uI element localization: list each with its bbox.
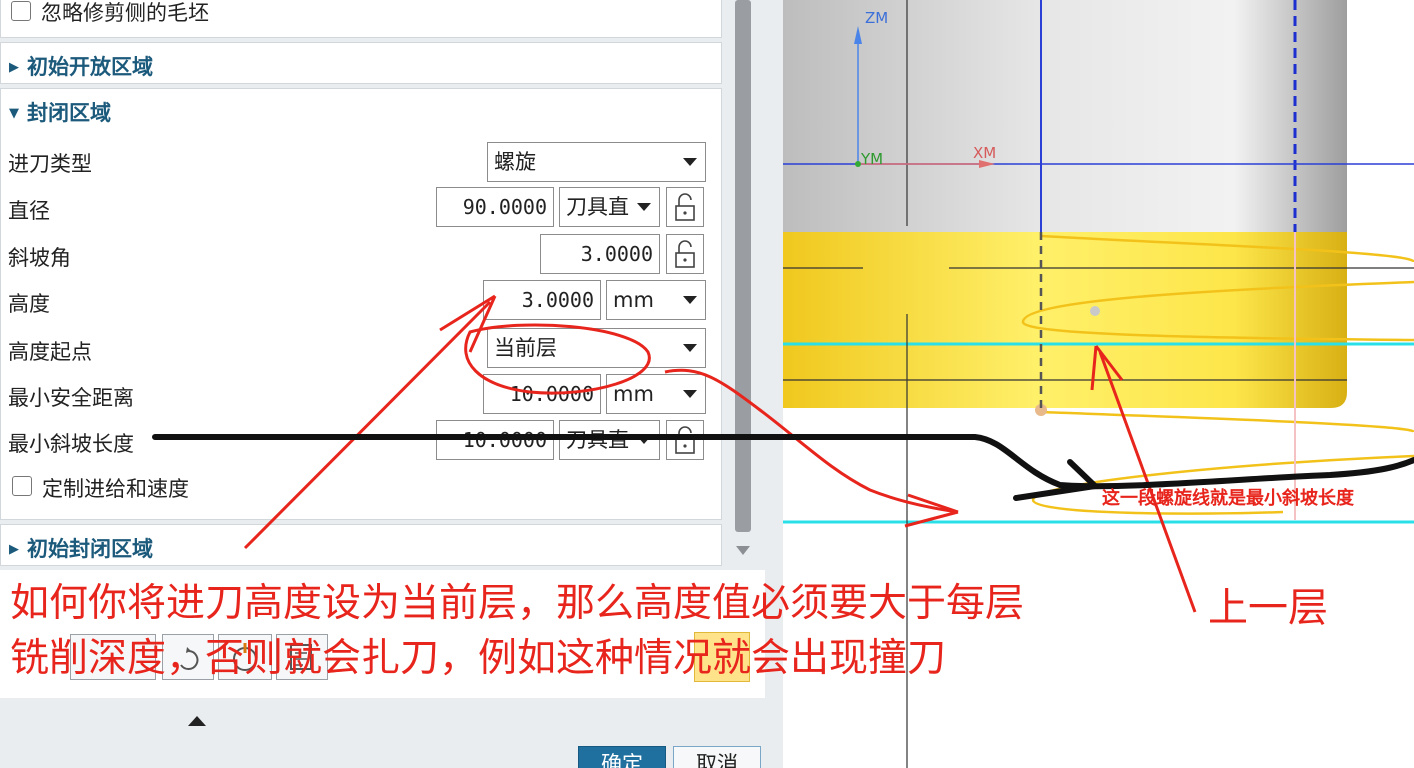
red-squiggle-arrow [664,368,959,514]
black-arrow [152,434,1414,490]
annotation-main-line2: 铣削深度，否则就会扎刀，例如这种情况就会出现撞刀 [10,636,947,681]
annotation-prev-layer: 上一层 [1208,585,1328,631]
annotation-main-line1: 如何你将进刀高度设为当前层，那么高度值必须要大于每层 [10,581,1025,626]
red-arrow [243,300,492,550]
red-arrow-head-icon [904,493,959,528]
highlight-ellipse [464,323,651,395]
annotation-helix-note: 这一段螺旋线就是最小斜坡长度 [1102,488,1354,509]
